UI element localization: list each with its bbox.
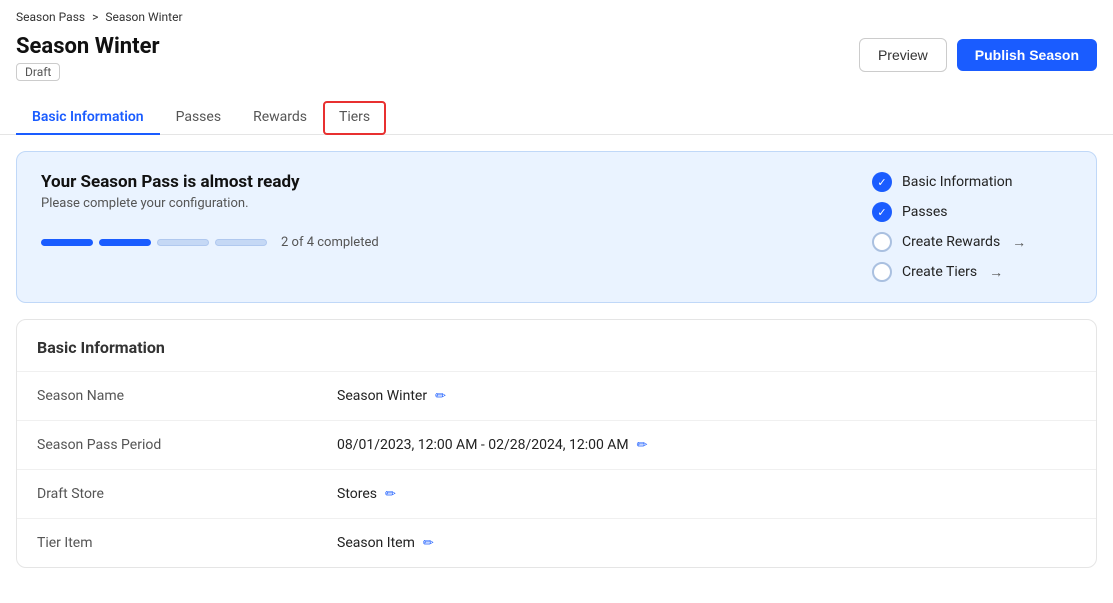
value-season-name: Season Winter ✏ [317,372,466,420]
tab-rewards[interactable]: Rewards [237,101,323,135]
value-draft-store: Stores ✏ [317,470,416,518]
check-done-icon-basic: ✓ [872,172,892,192]
edit-season-name-icon[interactable]: ✏ [435,389,446,404]
breadcrumb-separator: > [92,10,98,24]
main-content: Your Season Pass is almost ready Please … [0,135,1113,584]
top-bar: Season Pass > Season Winter [0,0,1113,24]
tabs-bar: Basic Information Passes Rewards Tiers [0,89,1113,135]
checklist-item-create-rewards[interactable]: Create Rewards → [872,232,1072,252]
progress-subtitle: Please complete your configuration. [41,196,379,211]
info-table: Season Name Season Winter ✏ Season Pass … [17,372,1096,567]
breadcrumb: Season Pass > Season Winter [16,10,1097,24]
table-row-draft-store: Draft Store Stores ✏ [17,470,1096,519]
check-pending-icon-tiers [872,262,892,282]
label-draft-store: Draft Store [17,470,317,518]
checklist-label-rewards: Create Rewards [902,234,1000,250]
table-row-season-period: Season Pass Period 08/01/2023, 12:00 AM … [17,421,1096,470]
checklist-item-create-tiers[interactable]: Create Tiers → [872,262,1072,282]
checklist-label-tiers: Create Tiers [902,264,977,280]
value-tier-item: Season Item ✏ [317,519,454,567]
breadcrumb-current: Season Winter [105,10,182,24]
progress-card: Your Season Pass is almost ready Please … [16,151,1097,303]
preview-button[interactable]: Preview [859,38,947,72]
basic-information-title: Basic Information [17,320,1096,372]
edit-season-period-icon[interactable]: ✏ [637,438,648,453]
table-row-tier-item: Tier Item Season Item ✏ [17,519,1096,567]
progress-bar-row: 2 of 4 completed [41,235,379,250]
label-season-period: Season Pass Period [17,421,317,469]
tab-tiers[interactable]: Tiers [323,101,386,135]
progress-left: Your Season Pass is almost ready Please … [41,172,379,250]
edit-draft-store-icon[interactable]: ✏ [385,487,396,502]
tab-basic-information[interactable]: Basic Information [16,101,160,135]
checklist-item-passes: ✓ Passes [872,202,1072,222]
label-tier-item: Tier Item [17,519,317,567]
publish-button[interactable]: Publish Season [957,39,1097,71]
arrow-icon-rewards: → [1012,234,1026,251]
draft-badge: Draft [16,63,60,81]
progress-seg-1 [41,239,93,246]
page-title-section: Season Winter Draft [16,34,160,81]
tab-passes[interactable]: Passes [160,101,237,135]
progress-seg-3 [157,239,209,246]
progress-seg-2 [99,239,151,246]
progress-title: Your Season Pass is almost ready [41,172,379,192]
checklist-item-basic-info: ✓ Basic Information [872,172,1072,192]
header-actions: Preview Publish Season [859,38,1097,72]
value-season-period: 08/01/2023, 12:00 AM - 02/28/2024, 12:00… [317,421,668,469]
checklist-label-passes: Passes [902,204,947,220]
label-season-name: Season Name [17,372,317,420]
breadcrumb-parent[interactable]: Season Pass [16,10,85,24]
table-row-season-name: Season Name Season Winter ✏ [17,372,1096,421]
progress-seg-4 [215,239,267,246]
page-title: Season Winter [16,34,160,59]
checklist: ✓ Basic Information ✓ Passes Create Rewa… [872,172,1072,282]
checklist-label-basic: Basic Information [902,174,1013,190]
edit-tier-item-icon[interactable]: ✏ [423,536,434,551]
page-header: Season Winter Draft Preview Publish Seas… [0,28,1113,81]
check-pending-icon-rewards [872,232,892,252]
progress-text: 2 of 4 completed [281,235,379,250]
basic-information-card: Basic Information Season Name Season Win… [16,319,1097,568]
arrow-icon-tiers: → [989,264,1003,281]
check-done-icon-passes: ✓ [872,202,892,222]
